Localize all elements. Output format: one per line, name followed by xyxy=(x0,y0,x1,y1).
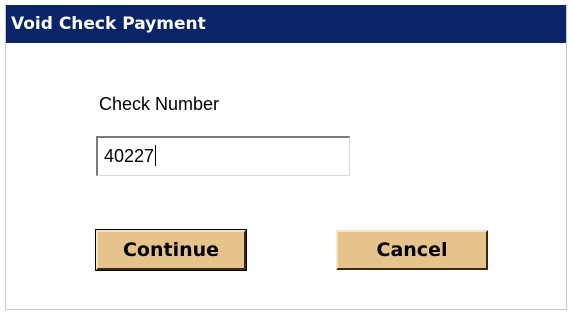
continue-button[interactable]: Continue xyxy=(95,229,247,271)
void-check-dialog: Void Check Payment Check Number 40227 Co… xyxy=(5,5,567,310)
cancel-button[interactable]: Cancel xyxy=(336,230,488,270)
dialog-title: Void Check Payment xyxy=(6,5,566,43)
check-number-input[interactable]: 40227 xyxy=(96,136,350,176)
check-number-value: 40227 xyxy=(104,146,155,166)
check-number-label: Check Number xyxy=(99,94,220,114)
text-caret xyxy=(155,144,157,166)
